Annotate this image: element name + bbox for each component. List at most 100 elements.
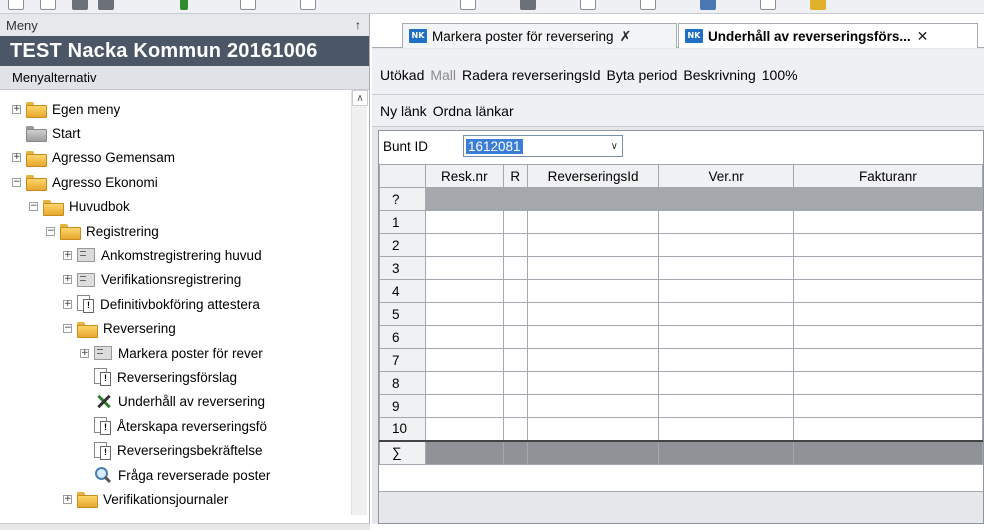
grid-cell[interactable] <box>526 210 660 234</box>
grid-cell[interactable] <box>792 325 984 349</box>
grid-cell[interactable] <box>424 187 504 211</box>
ordna-lankar-button[interactable]: Ordna länkar <box>433 103 514 119</box>
grid-cell[interactable] <box>502 210 528 234</box>
toolbar-icon[interactable] <box>98 0 114 10</box>
menu-item[interactable]: − Agresso Ekonomi <box>12 171 158 193</box>
grid-cell[interactable] <box>424 210 504 234</box>
grid-cell[interactable] <box>424 279 504 303</box>
table-row[interactable]: 5 <box>379 302 984 326</box>
menu-item[interactable]: Reverseringsbekräftelse <box>80 440 263 462</box>
row-header[interactable]: ∑ <box>379 439 426 465</box>
grid-cell[interactable] <box>526 279 660 303</box>
grid-cell[interactable] <box>526 256 660 280</box>
scroll-up-icon[interactable]: ∧ <box>352 90 368 106</box>
grid-cell[interactable] <box>658 348 794 372</box>
grid-cell[interactable] <box>792 302 984 326</box>
menu-item[interactable]: Återskapa reverseringsfö <box>80 415 267 437</box>
grid-cell[interactable] <box>502 325 528 349</box>
grid-cell[interactable] <box>526 302 660 326</box>
grid-cell[interactable] <box>424 439 504 465</box>
row-header[interactable]: 5 <box>379 302 426 326</box>
menu-item[interactable]: Underhåll av reversering <box>80 391 265 413</box>
grid-cell[interactable] <box>502 233 528 257</box>
grid-cell[interactable] <box>424 394 504 418</box>
radera-reverseringsid-button[interactable]: Radera reverseringsId <box>462 67 601 83</box>
menu-scrollbar[interactable]: ∧ <box>351 90 368 515</box>
ny-lank-button[interactable]: Ny länk <box>380 103 427 119</box>
bunt-id-select[interactable]: 1612081 ∨ <box>463 135 623 157</box>
grid-cell[interactable] <box>424 256 504 280</box>
grid-cell[interactable] <box>424 371 504 395</box>
grid-cell[interactable] <box>792 417 984 441</box>
grid-cell[interactable] <box>424 302 504 326</box>
expand-icon[interactable]: + <box>63 275 72 285</box>
grid-cell[interactable] <box>526 439 660 465</box>
row-header[interactable]: 9 <box>379 394 426 418</box>
menu-item[interactable]: + Verifikationsregistrering <box>63 269 241 291</box>
grid-cell[interactable] <box>658 325 794 349</box>
grid-cell[interactable] <box>526 187 660 211</box>
toolbar-icon[interactable] <box>180 0 188 10</box>
menu-item[interactable]: − Huvudbok <box>29 196 130 218</box>
grid-cell[interactable] <box>792 210 984 234</box>
table-row[interactable]: 6 <box>379 325 984 349</box>
expand-icon[interactable]: + <box>12 153 21 163</box>
tab-underhall-reversering[interactable]: NK Underhåll av reverseringsförs... ✕ <box>678 23 978 48</box>
menu-item[interactable]: + Egen meny <box>12 98 120 120</box>
byta-period-button[interactable]: Byta period <box>607 67 678 83</box>
grid-sum-row[interactable]: ∑ <box>379 439 984 465</box>
table-row[interactable]: 9 <box>379 394 984 418</box>
grid-cell[interactable] <box>792 233 984 257</box>
column-header-r[interactable]: R <box>502 164 528 188</box>
collapse-icon[interactable]: − <box>29 202 38 212</box>
collapse-icon[interactable]: − <box>12 177 21 187</box>
expand-icon[interactable]: + <box>63 494 72 504</box>
grid-cell[interactable] <box>658 394 794 418</box>
beskrivning-button[interactable]: Beskrivning <box>683 67 755 83</box>
row-header[interactable]: 6 <box>379 325 426 349</box>
expand-icon[interactable]: + <box>12 104 21 114</box>
grid-cell[interactable] <box>658 439 794 465</box>
grid-cell[interactable] <box>526 417 660 441</box>
column-header-fakturanr[interactable]: Fakturanr <box>792 164 984 188</box>
menu-item[interactable]: + Verifikationsjournaler <box>63 488 228 510</box>
grid-cell[interactable] <box>424 325 504 349</box>
toolbar-icon[interactable] <box>40 0 56 10</box>
collapse-icon[interactable]: − <box>46 226 55 236</box>
table-row[interactable]: 10 <box>379 417 984 441</box>
expand-icon[interactable]: + <box>63 299 72 309</box>
table-row[interactable]: 8 <box>379 371 984 395</box>
toolbar-icon[interactable] <box>810 0 826 10</box>
close-icon[interactable]: ✕ <box>917 28 929 45</box>
utokad-button[interactable]: Utökad <box>380 67 424 83</box>
pin-icon[interactable]: ↑ <box>355 18 361 32</box>
mall-button[interactable]: Mall <box>430 67 456 83</box>
toolbar-icon[interactable] <box>300 0 316 10</box>
row-header[interactable]: ? <box>379 187 426 211</box>
grid-cell[interactable] <box>792 348 984 372</box>
row-header[interactable]: 10 <box>379 417 426 441</box>
menu-item[interactable]: + Ankomstregistrering huvud <box>63 244 262 266</box>
grid-cell[interactable] <box>526 371 660 395</box>
menu-item[interactable]: − Registrering <box>46 220 159 242</box>
grid-cell[interactable] <box>792 394 984 418</box>
grid-cell[interactable] <box>502 256 528 280</box>
toolbar-icon[interactable] <box>580 0 596 10</box>
row-header[interactable]: 3 <box>379 256 426 280</box>
row-header[interactable]: 2 <box>379 233 426 257</box>
toolbar-icon[interactable] <box>8 0 24 10</box>
menu-item[interactable]: Fråga reverserade poster <box>80 464 270 486</box>
grid-cell[interactable] <box>658 302 794 326</box>
grid-cell[interactable] <box>502 348 528 372</box>
grid-cell[interactable] <box>658 279 794 303</box>
grid-cell[interactable] <box>502 279 528 303</box>
collapse-icon[interactable]: − <box>63 324 72 334</box>
grid-cell[interactable] <box>526 325 660 349</box>
menu-item[interactable]: Reverseringsförslag <box>80 366 237 388</box>
column-header-reverseringsid[interactable]: ReverseringsId <box>526 164 660 188</box>
table-row[interactable]: 1 <box>379 210 984 234</box>
grid-cell[interactable] <box>658 233 794 257</box>
grid-cell[interactable] <box>424 233 504 257</box>
menu-item[interactable]: + Agresso Gemensam <box>12 147 175 169</box>
grid-cell[interactable] <box>792 187 984 211</box>
